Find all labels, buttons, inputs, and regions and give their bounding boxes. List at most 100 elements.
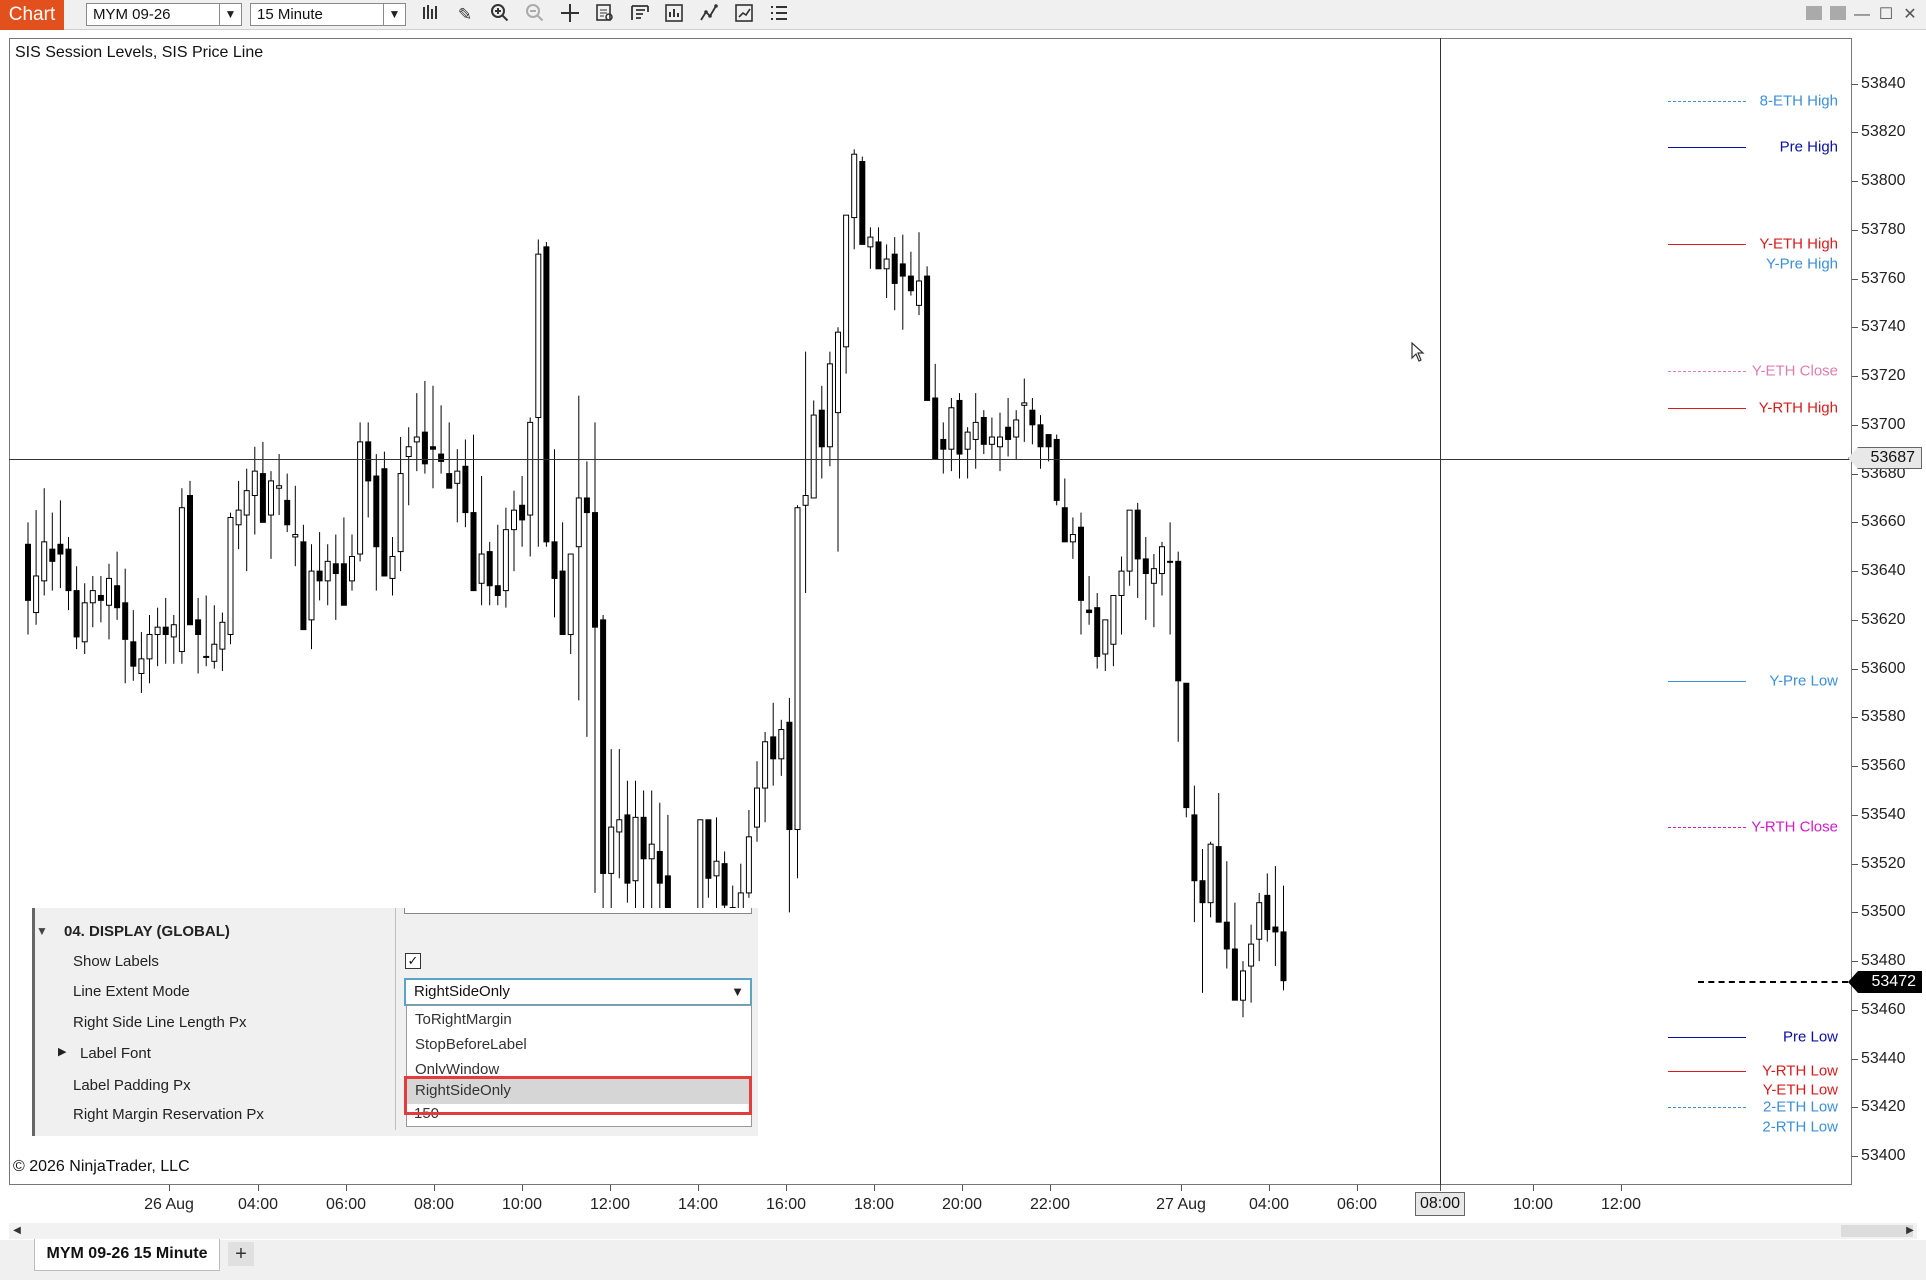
candle: [284, 473, 291, 533]
time-tick-mark: [698, 1185, 699, 1191]
time-axis[interactable]: [9, 1185, 1852, 1225]
candle: [567, 553, 574, 654]
candle: [235, 480, 242, 550]
candle: [1215, 792, 1222, 923]
candle: [1061, 478, 1068, 543]
section-collapse-icon[interactable]: ▼: [36, 924, 48, 938]
level-label: Y-ETH Close: [1751, 362, 1838, 380]
price-tick-mark: [1852, 571, 1858, 573]
candle-body: [1159, 546, 1165, 575]
candle: [778, 719, 785, 776]
candle-body: [1223, 921, 1230, 950]
candle: [332, 534, 339, 620]
candle: [138, 632, 145, 693]
candle-body: [276, 485, 283, 489]
prop-label-show-labels: Show Labels: [73, 953, 159, 970]
candle: [130, 610, 137, 681]
prop-label-label-font[interactable]: Label Font: [80, 1045, 151, 1062]
candle: [1199, 849, 1206, 993]
indicator-label: SIS Session Levels, SIS Price Line: [15, 44, 264, 61]
price-tick-mark: [1852, 83, 1858, 85]
candle-body: [1150, 568, 1157, 584]
candle: [745, 810, 752, 898]
candle: [57, 500, 64, 589]
candle: [1078, 512, 1084, 635]
selection-highlight-box: [404, 1076, 752, 1115]
candle-body: [899, 263, 906, 277]
candle-body: [268, 480, 274, 516]
last-price-marker: 53472: [1848, 971, 1922, 993]
candle-body: [818, 409, 825, 448]
level-label: Y-ETH High: [1759, 235, 1838, 253]
expand-arrow-icon[interactable]: ▶: [58, 1045, 66, 1058]
candle: [907, 251, 914, 296]
price-tick-label: 53760: [1861, 269, 1906, 287]
candle: [1086, 575, 1093, 625]
candle-body: [41, 541, 48, 582]
candle-body: [972, 421, 979, 440]
scroll-left-icon[interactable]: ◀: [9, 1223, 25, 1239]
time-tick-label: 04:00: [1248, 1196, 1290, 1213]
candle: [97, 575, 104, 623]
candle-body: [300, 541, 307, 631]
previous-field[interactable]: [404, 908, 752, 914]
price-tick-mark: [1852, 912, 1858, 914]
option-only-window[interactable]: OnlyWindow: [407, 1058, 751, 1074]
candle: [1191, 785, 1198, 923]
candle-body: [794, 507, 801, 831]
candle-body: [575, 497, 582, 548]
candle-body: [891, 253, 898, 284]
candle: [462, 439, 469, 528]
price-tick-mark: [1852, 327, 1858, 329]
price-tick-label: 53540: [1861, 805, 1906, 823]
copyright-text: © 2026 NinjaTrader, LLC: [13, 1158, 190, 1175]
candle-body: [802, 495, 809, 506]
candle: [535, 239, 542, 547]
add-tab-button[interactable]: +: [228, 1242, 254, 1266]
candle: [1013, 410, 1020, 459]
candle-body: [600, 619, 607, 874]
option-to-right-margin[interactable]: ToRightMargin: [407, 1008, 751, 1033]
candle: [843, 214, 850, 374]
candle-body: [592, 512, 598, 628]
scroll-right-icon[interactable]: ▶: [1902, 1223, 1918, 1239]
candle-body: [1029, 409, 1036, 426]
show-labels-checkbox[interactable]: ✓: [405, 953, 421, 969]
candle-body: [932, 397, 939, 460]
candle: [430, 385, 436, 489]
level-label: 2-ETH Low: [1762, 1098, 1838, 1116]
price-tick-mark: [1852, 473, 1858, 475]
prop-label-right-margin-reservation: Right Margin Reservation Px: [73, 1106, 264, 1123]
candle-body: [1280, 931, 1287, 982]
candle: [1053, 434, 1060, 506]
time-tick-mark: [1357, 1185, 1358, 1191]
candle: [1118, 556, 1125, 635]
candle-body: [397, 473, 404, 553]
candle-body: [907, 275, 914, 292]
time-tick-mark: [1533, 1185, 1534, 1191]
candle-body: [883, 258, 890, 270]
candle-body: [381, 468, 388, 577]
chevron-down-icon[interactable]: ▼: [731, 980, 744, 1004]
candle: [713, 817, 720, 913]
candle: [1126, 509, 1133, 586]
price-tick-label: 53720: [1861, 367, 1906, 385]
line-extent-mode-select[interactable]: RightSideOnly ▼: [404, 978, 752, 1006]
tab-active-chart[interactable]: MYM 09-26 15 Minute: [34, 1239, 220, 1271]
candle-body: [130, 641, 137, 667]
section-header[interactable]: 04. DISPLAY (GLOBAL): [64, 923, 230, 940]
price-tick-label: 53700: [1861, 415, 1906, 433]
level-line: [1668, 146, 1746, 148]
candle-body: [648, 843, 655, 860]
candle: [187, 480, 193, 626]
candle-body: [551, 541, 558, 579]
candle: [49, 512, 56, 591]
price-tick-label: 53640: [1861, 562, 1906, 580]
price-tick-label: 53600: [1861, 659, 1906, 677]
horizontal-scrollbar[interactable]: [9, 1223, 1917, 1239]
price-tick-mark: [1852, 132, 1858, 134]
option-stop-before-label[interactable]: StopBeforeLabel: [407, 1033, 751, 1058]
property-divider: [395, 908, 396, 1130]
candle: [114, 551, 121, 620]
candle: [810, 400, 817, 499]
